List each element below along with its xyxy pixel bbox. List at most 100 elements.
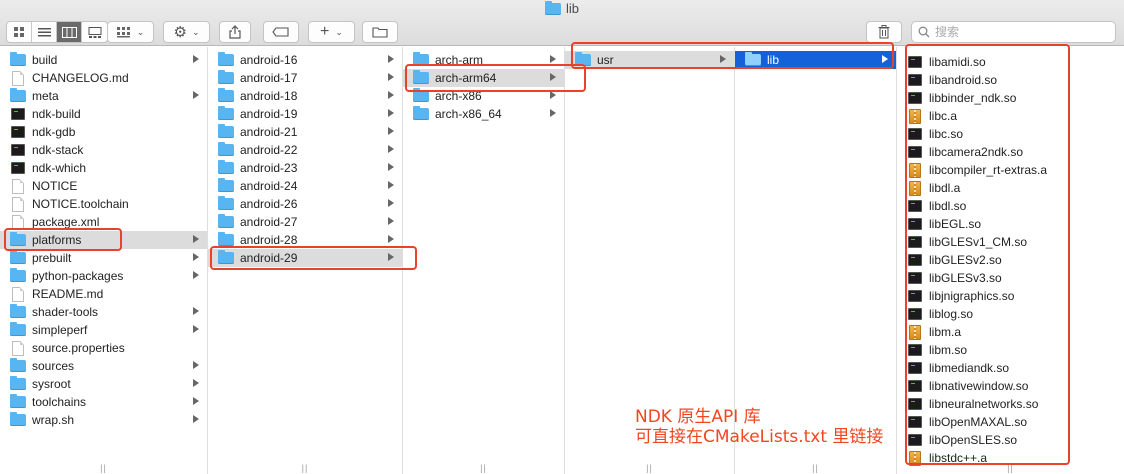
list-item[interactable]: android-17 <box>208 69 402 87</box>
column-resize-handle[interactable]: || <box>403 462 564 474</box>
trash-button[interactable] <box>866 21 902 43</box>
tag-button[interactable] <box>263 21 299 43</box>
list-item[interactable]: libc.so <box>897 125 1124 143</box>
list-item[interactable]: libOpenMAXAL.so <box>897 413 1124 431</box>
list-item[interactable]: sources <box>0 357 207 375</box>
icon-view-icon <box>14 27 24 37</box>
list-item[interactable]: libdl.so <box>897 197 1124 215</box>
list-item[interactable]: libneuralnetworks.so <box>897 395 1124 413</box>
list-view-button[interactable] <box>32 22 57 42</box>
folder-icon <box>218 88 234 102</box>
list-item[interactable]: libm.so <box>897 341 1124 359</box>
list-item[interactable]: arch-x86 <box>403 87 564 105</box>
arrange-button[interactable]: ⌄ <box>107 21 154 43</box>
share-button[interactable] <box>219 21 251 43</box>
list-item[interactable]: android-24 <box>208 177 402 195</box>
list-item[interactable]: shader-tools <box>0 303 207 321</box>
list-item[interactable]: libOpenSLES.so <box>897 431 1124 449</box>
search-box[interactable] <box>911 21 1116 43</box>
list-item[interactable]: libGLESv1_CM.so <box>897 233 1124 251</box>
list-item[interactable]: python-packages <box>0 267 207 285</box>
list-item[interactable]: libGLESv3.so <box>897 269 1124 287</box>
list-item[interactable]: libbinder_ndk.so <box>897 89 1124 107</box>
list-item[interactable]: NOTICE <box>0 177 207 195</box>
disclosure-arrow-icon <box>550 73 556 81</box>
list-item[interactable]: libandroid.so <box>897 71 1124 89</box>
list-item[interactable]: wrap.sh <box>0 411 207 429</box>
add-button[interactable]: + ⌄ <box>308 21 355 43</box>
folder-icon <box>413 106 429 120</box>
list-item[interactable]: libmediandk.so <box>897 359 1124 377</box>
list-item[interactable]: ndk-which <box>0 159 207 177</box>
folder-icon <box>10 52 26 66</box>
search-input[interactable] <box>935 25 1105 39</box>
list-item[interactable]: sysroot <box>0 375 207 393</box>
list-item[interactable]: libGLESv2.so <box>897 251 1124 269</box>
list-item[interactable]: android-29 <box>208 249 402 267</box>
folder-icon <box>544 0 561 15</box>
new-folder-button[interactable] <box>362 21 398 43</box>
gallery-view-button[interactable] <box>82 22 107 42</box>
list-item[interactable]: platforms <box>0 231 207 249</box>
list-item[interactable]: NOTICE.toolchain <box>0 195 207 213</box>
disclosure-arrow-icon <box>388 55 394 63</box>
list-item[interactable]: android-28 <box>208 231 402 249</box>
column-platforms[interactable]: android-16 android-17 android-18 android-19… <box>208 47 403 474</box>
action-button[interactable]: ⚙ ⌄ <box>163 21 210 43</box>
list-item[interactable]: android-21 <box>208 123 402 141</box>
list-item[interactable]: package.xml <box>0 213 207 231</box>
list-item[interactable]: android-22 <box>208 141 402 159</box>
list-item[interactable]: libEGL.so <box>897 215 1124 233</box>
column-resize-handle[interactable]: || <box>735 462 896 474</box>
list-item[interactable]: libc.a <box>897 107 1124 125</box>
new-folder-icon <box>372 27 388 38</box>
list-item[interactable]: usr <box>565 51 734 69</box>
list-item[interactable]: libcompiler_rt-extras.a <box>897 161 1124 179</box>
item-label: android-17 <box>240 71 298 85</box>
list-item[interactable]: simpleperf <box>0 321 207 339</box>
list-item[interactable]: build <box>0 51 207 69</box>
list-item[interactable]: prebuilt <box>0 249 207 267</box>
column-lib[interactable]: libamidi.so libandroid.so libbinder_ndk.so… <box>897 47 1124 474</box>
list-item[interactable]: android-18 <box>208 87 402 105</box>
list-item[interactable]: libm.a <box>897 323 1124 341</box>
column-resize-handle[interactable]: || <box>0 462 207 474</box>
column-resize-handle[interactable]: || <box>565 462 734 474</box>
list-item[interactable]: libcamera2ndk.so <box>897 143 1124 161</box>
list-item[interactable]: android-19 <box>208 105 402 123</box>
list-item[interactable]: libdl.a <box>897 179 1124 197</box>
icon-view-button[interactable] <box>7 22 32 42</box>
executable-icon <box>908 92 922 104</box>
list-item[interactable]: ndk-gdb <box>0 123 207 141</box>
folder-icon <box>10 322 26 336</box>
list-item[interactable]: libamidi.so <box>897 53 1124 71</box>
column-resize-handle[interactable]: || <box>208 462 402 474</box>
list-item[interactable]: liblog.so <box>897 305 1124 323</box>
list-item[interactable]: arch-x86_64 <box>403 105 564 123</box>
list-item[interactable]: libnativewindow.so <box>897 377 1124 395</box>
list-item[interactable]: android-16 <box>208 51 402 69</box>
column-android-29[interactable]: arch-arm arch-arm64 arch-x86 arch-x86_64 || <box>403 47 565 474</box>
list-item[interactable]: android-27 <box>208 213 402 231</box>
item-label: libOpenSLES.so <box>929 433 1018 447</box>
column-root[interactable]: build CHANGELOG.md meta ndk-build ndk-gdb ndk… <box>0 47 208 474</box>
list-item[interactable]: arch-arm64 <box>403 69 564 87</box>
list-item[interactable]: README.md <box>0 285 207 303</box>
item-label: arch-arm64 <box>435 71 497 85</box>
list-item[interactable]: ndk-build <box>0 105 207 123</box>
list-item[interactable]: ndk-stack <box>0 141 207 159</box>
list-item[interactable]: CHANGELOG.md <box>0 69 207 87</box>
list-item[interactable]: toolchains <box>0 393 207 411</box>
executable-icon <box>908 434 922 446</box>
list-item[interactable]: meta <box>0 87 207 105</box>
list-item[interactable]: lib <box>735 51 896 69</box>
list-item[interactable]: android-26 <box>208 195 402 213</box>
folder-icon <box>413 52 429 66</box>
list-item[interactable]: arch-arm <box>403 51 564 69</box>
list-item[interactable]: android-23 <box>208 159 402 177</box>
column-resize-handle[interactable]: || <box>897 462 1124 474</box>
grip-icon: || <box>301 463 309 473</box>
column-view-button[interactable] <box>57 22 82 42</box>
list-item[interactable]: source.properties <box>0 339 207 357</box>
list-item[interactable]: libjnigraphics.so <box>897 287 1124 305</box>
